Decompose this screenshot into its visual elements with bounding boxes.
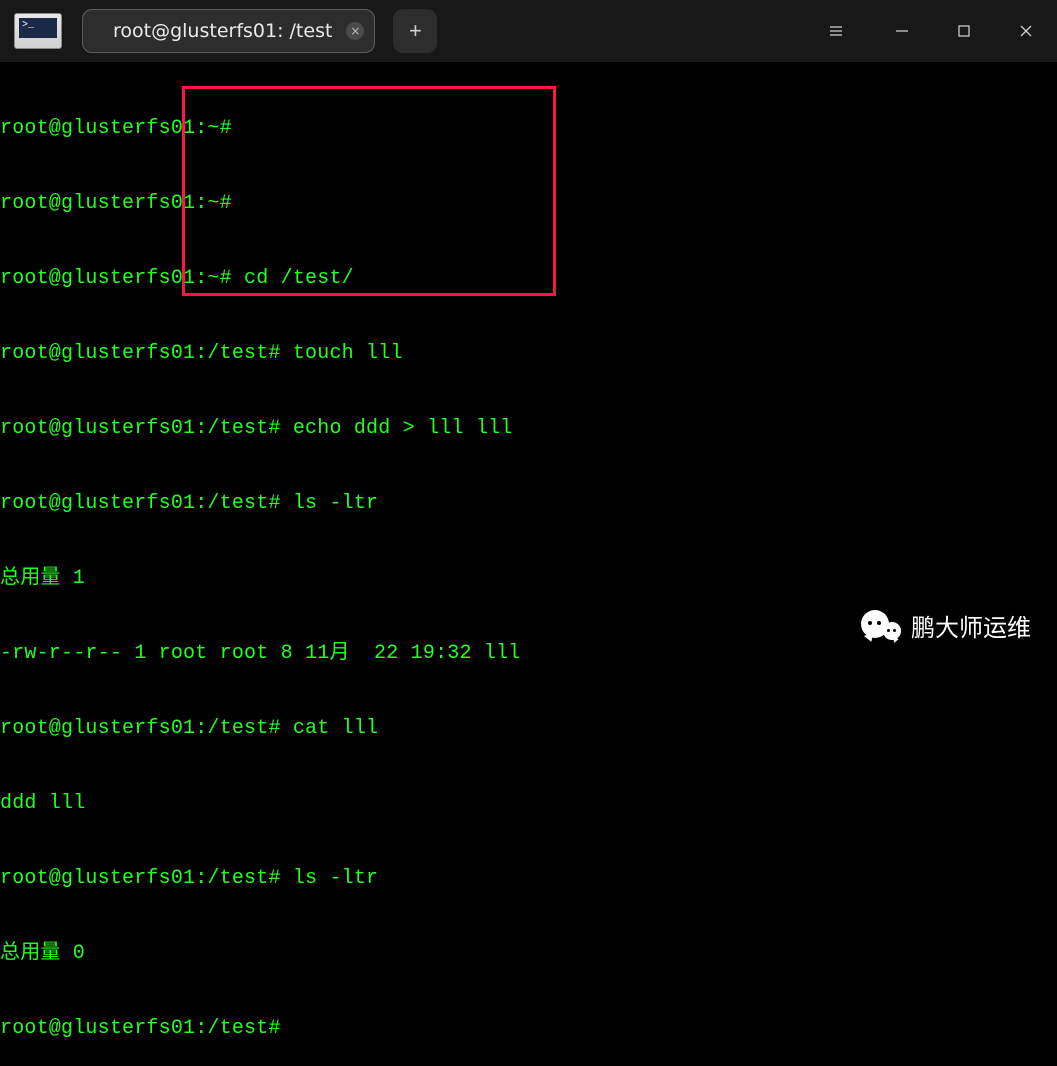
new-tab-button[interactable]: + xyxy=(393,9,437,53)
terminal-output[interactable]: root@glusterfs01:~# root@glusterfs01:~# … xyxy=(0,62,1057,1066)
minimize-button[interactable] xyxy=(871,0,933,62)
tab-active[interactable]: root@glusterfs01: /test × xyxy=(82,9,375,53)
hamburger-menu-icon[interactable] xyxy=(805,0,867,62)
title-bar: >_ root@glusterfs01: /test × + xyxy=(0,0,1057,62)
terminal-line: ddd lll xyxy=(0,791,1057,816)
close-button[interactable] xyxy=(995,0,1057,62)
tab-close-button[interactable]: × xyxy=(346,22,364,40)
terminal-line: root@glusterfs01:/test# xyxy=(0,1016,1057,1041)
terminal-line: root@glusterfs01:/test# echo ddd > lll l… xyxy=(0,416,1057,441)
terminal-line: root@glusterfs01:/test# ls -ltr xyxy=(0,866,1057,891)
wechat-icon xyxy=(861,610,901,642)
watermark-text: 鹏大师运维 xyxy=(911,608,1031,643)
terminal-line: root@glusterfs01:/test# ls -ltr xyxy=(0,491,1057,516)
terminal-line: root@glusterfs01:~# cd /test/ xyxy=(0,266,1057,291)
tab-title: root@glusterfs01: /test xyxy=(113,20,332,42)
terminal-line: root@glusterfs01:/test# touch lll xyxy=(0,341,1057,366)
terminal-line: 总用量 1 xyxy=(0,566,1057,591)
maximize-button[interactable] xyxy=(933,0,995,62)
app-terminal-icon: >_ xyxy=(14,13,62,49)
terminal-line: 总用量 0 xyxy=(0,941,1057,966)
watermark: 鹏大师运维 xyxy=(861,608,1031,643)
terminal-line: root@glusterfs01:~# xyxy=(0,191,1057,216)
terminal-line: -rw-r--r-- 1 root root 8 11月 22 19:32 ll… xyxy=(0,641,1057,666)
terminal-line: root@glusterfs01:/test# cat lll xyxy=(0,716,1057,741)
window-controls xyxy=(805,0,1057,62)
terminal-line: root@glusterfs01:~# xyxy=(0,116,1057,141)
